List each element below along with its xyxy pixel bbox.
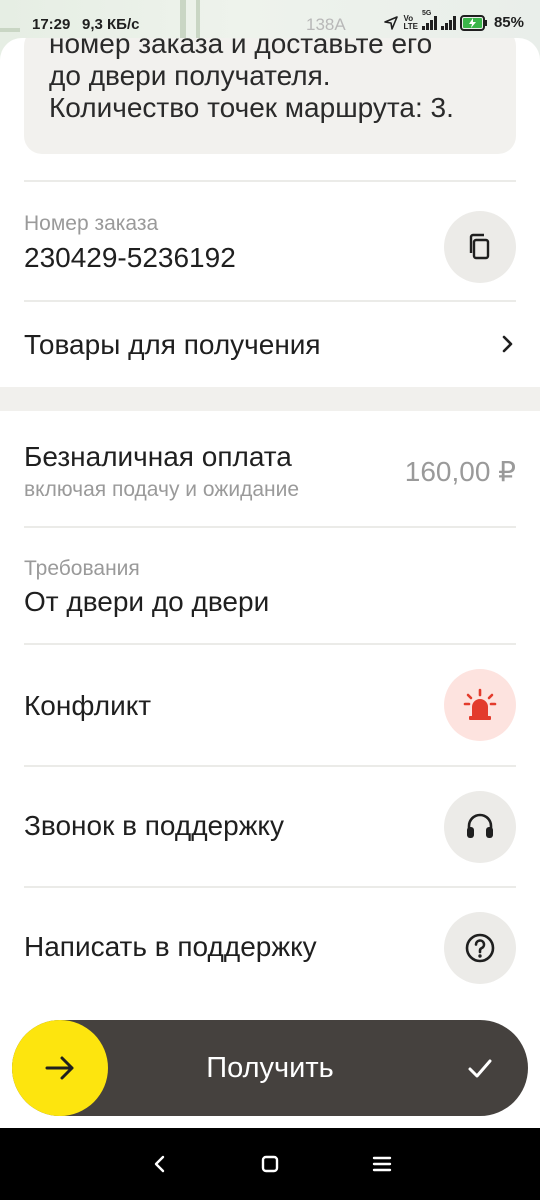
receive-label: Получить xyxy=(206,1052,334,1084)
map-house-number: 138А xyxy=(306,15,346,34)
signal-icon-1: 5G xyxy=(421,10,437,30)
status-icons: Vo LTE 5G 85% xyxy=(383,10,524,31)
status-bar: 17:29 9,3 КБ/с 138А Vo LTE 5G 85% xyxy=(0,0,540,52)
payment-method-title: Безналичная оплата xyxy=(24,441,292,472)
status-network-speed: 9,3 КБ/с xyxy=(82,16,140,33)
question-circle-icon xyxy=(465,933,495,963)
conflict-label: Конфликт xyxy=(24,690,152,721)
battery-percent: 85% xyxy=(493,14,524,31)
call-support-row[interactable]: Звонок в поддержку xyxy=(0,767,540,886)
call-support-button[interactable] xyxy=(444,791,516,863)
headset-icon xyxy=(467,813,493,838)
signal-icon-2 xyxy=(440,15,456,30)
instruction-message: номер заказа и доставьте его до двери по… xyxy=(24,38,516,154)
call-support-label: Звонок в поддержку xyxy=(24,810,284,841)
back-icon[interactable] xyxy=(150,1152,170,1176)
copy-order-number-button[interactable] xyxy=(444,211,516,283)
divider xyxy=(24,526,516,528)
menu-icon[interactable] xyxy=(370,1152,394,1176)
goods-row[interactable]: Товары для получения xyxy=(0,302,540,386)
write-support-label: Написать в поддержку xyxy=(24,931,317,962)
order-number-value: 230429-5236192 xyxy=(24,242,236,273)
conflict-row[interactable]: Конфликт xyxy=(0,645,540,764)
order-details-sheet: номер заказа и доставьте его до двери по… xyxy=(0,38,540,1128)
divider xyxy=(24,180,516,182)
chevron-right-icon xyxy=(502,335,513,353)
copy-icon xyxy=(469,233,490,260)
goods-label: Товары для получения xyxy=(24,329,321,360)
battery-charging-icon xyxy=(459,14,487,31)
alarm-siren-icon xyxy=(463,688,497,720)
write-support-button[interactable] xyxy=(444,912,516,984)
message-line-3: Количество точек маршрута: 3. xyxy=(49,92,454,123)
payment-amount: 160,00 ₽ xyxy=(404,456,516,487)
system-nav-bar xyxy=(0,1128,540,1200)
requirements-value: От двери до двери xyxy=(24,586,270,617)
write-support-row[interactable]: Написать в поддержку xyxy=(0,888,540,1007)
volte-icon: Vo LTE xyxy=(403,13,418,31)
conflict-button[interactable] xyxy=(444,669,516,741)
message-line-2: до двери получателя. xyxy=(49,60,331,91)
status-time: 17:29 xyxy=(32,16,71,33)
receive-slider[interactable]: Получить xyxy=(12,1020,528,1116)
section-separator xyxy=(0,387,540,411)
check-icon xyxy=(468,1059,492,1078)
location-arrow-icon xyxy=(384,15,399,30)
order-number-label: Номер заказа xyxy=(24,212,159,235)
requirements-label: Требования xyxy=(24,557,140,580)
home-icon[interactable] xyxy=(258,1152,282,1176)
payment-method-subtitle: включая подачу и ожидание xyxy=(24,478,300,501)
